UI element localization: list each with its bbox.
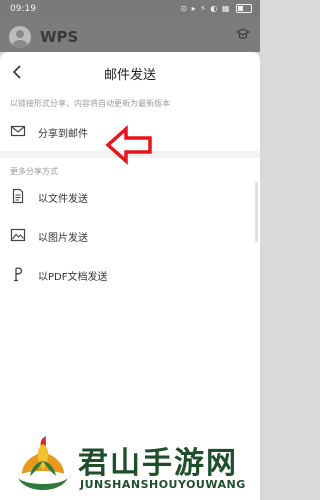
app-header: [0, 20, 260, 52]
send-as-file-row[interactable]: 以文件发送: [0, 179, 260, 215]
send-as-image-label: 以图片发送: [38, 233, 88, 244]
watermark: 君山手游网 JUNSHANSHOUYOUWANG: [0, 428, 260, 500]
sheet-header: 邮件发送: [0, 52, 260, 92]
avatar[interactable]: [9, 26, 31, 48]
watermark-subtitle: JUNSHANSHOUYOUWANG: [80, 478, 246, 491]
red-arrow-annotation: [105, 125, 152, 165]
send-as-pdf-label: 以PDF文档发送: [38, 272, 108, 283]
image-icon: [10, 228, 26, 242]
share-mail-label: 分享到邮件: [38, 129, 88, 140]
mail-icon: [10, 125, 26, 137]
status-icon-glyphs: ⊙ ▸ ⚡ ◐ ▦: [180, 4, 231, 13]
sheet-title: 邮件发送: [103, 68, 156, 83]
status-bar: 09:19 ⊙ ▸ ⚡ ◐ ▦: [0, 0, 260, 20]
pdf-icon: [14, 267, 23, 282]
send-as-file-label: 以文件发送: [38, 194, 88, 205]
share-hint: 以链接形式分享，内容将自动更新为最新版本: [10, 99, 170, 108]
status-time: 09:19: [10, 4, 36, 14]
graduation-cap-icon[interactable]: [236, 27, 250, 41]
status-icons: ⊙ ▸ ⚡ ◐ ▦: [180, 4, 252, 13]
battery-icon: [236, 4, 252, 13]
send-as-pdf-row[interactable]: 以PDF文档发送: [0, 257, 260, 293]
file-icon: [12, 188, 24, 204]
watermark-title: 君山手游网: [78, 446, 238, 481]
watermark-logo-icon: [18, 436, 68, 490]
send-as-image-row[interactable]: 以图片发送: [0, 218, 260, 254]
more-share-section-label: 更多分享方式: [10, 167, 58, 176]
wps-logo: WPS: [40, 28, 78, 46]
wps-logo-text: WPS: [40, 28, 79, 46]
